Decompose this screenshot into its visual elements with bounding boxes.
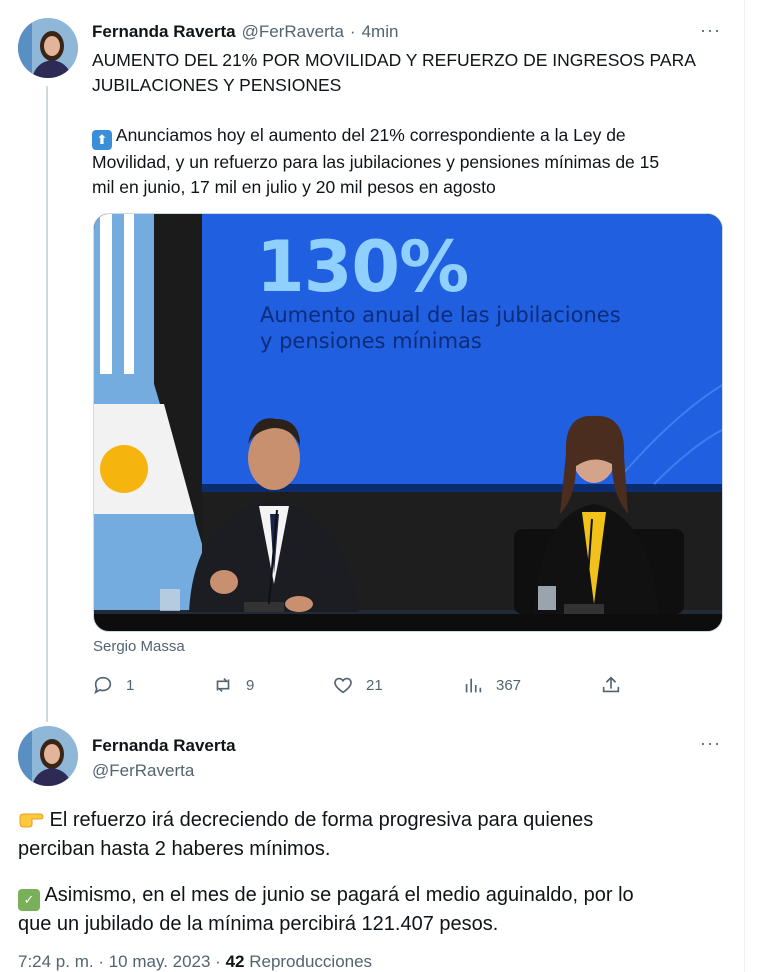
avatar-photo-second (18, 726, 78, 786)
tweet-photo[interactable]: 130% Aumento anual de las jubilaciones y… (93, 213, 723, 632)
p1-line-1: El refuerzo irá decreciendo de forma pro… (44, 809, 594, 831)
author-handle-second[interactable]: @FerRaverta (92, 758, 236, 783)
tweet-text-body: ⬆ Anunciamos hoy el aumento del 21% corr… (92, 123, 659, 200)
author-name[interactable]: Fernanda Raverta (92, 22, 236, 42)
p1-line-2: perciban hasta 2 haberes mínimos. (18, 838, 331, 860)
body-line-3: mil en junio, 17 mil en julio y 20 mil p… (92, 177, 496, 197)
heart-icon (334, 677, 352, 694)
check-mark-emoji-icon: ✓ (18, 889, 40, 911)
avatar[interactable] (18, 18, 78, 78)
author-name-second[interactable]: Fernanda Raverta (92, 733, 236, 758)
tweet2-header: Fernanda Raverta @FerRaverta (92, 733, 236, 783)
reply-icon (94, 676, 112, 695)
tweet-actions: 1 9 21 367 (92, 672, 622, 702)
separator-dot: · (349, 22, 356, 41)
reply-button[interactable]: 1 (92, 674, 134, 696)
timeline-border (744, 0, 745, 972)
retweet-button[interactable]: 9 (212, 674, 254, 696)
like-button[interactable]: 21 (332, 674, 383, 696)
photo-caption[interactable]: Sergio Massa (93, 638, 185, 655)
views-label: Reproducciones (244, 952, 373, 971)
views-total: 42 (225, 952, 245, 971)
avatar-second[interactable] (18, 726, 78, 786)
tweet2-paragraph-2: ✓ Asimismo, en el mes de junio se pagará… (18, 882, 634, 937)
tweet2-paragraph-1: El refuerzo irá decreciendo de forma pro… (18, 807, 593, 862)
heading-line-2: JUBILACIONES Y PENSIONES (92, 75, 342, 95)
share-button[interactable] (600, 674, 622, 696)
p2-line-2: que un jubilado de la mínima percibirá 1… (18, 913, 499, 935)
reply-count: 1 (126, 676, 135, 694)
like-count: 21 (366, 676, 383, 694)
more-options-icon[interactable]: ··· (700, 20, 721, 41)
avatar-photo (18, 18, 78, 78)
tweet-text-heading: AUMENTO DEL 21% POR MOVILIDAD Y REFUERZO… (92, 48, 696, 98)
timestamp[interactable]: 4min (362, 22, 399, 42)
retweet-icon (216, 677, 230, 693)
tweet-meta-footer: 7:24 p. m. · 10 may. 2023 · 42 Reproducc… (18, 952, 372, 972)
pointing-hand-emoji-icon (18, 809, 44, 836)
retweet-count: 9 (246, 676, 255, 694)
more-options-icon-second[interactable]: ··· (700, 733, 721, 754)
views-count: 367 (496, 676, 522, 694)
post-datetime[interactable]: 7:24 p. m. · 10 may. 2023 · (18, 952, 226, 971)
screen-subtitle-line-2: y pensiones mínimas (260, 329, 482, 353)
screen-subtitle: Aumento anual de las jubilaciones y pens… (260, 302, 621, 354)
screen-subtitle-line-1: Aumento anual de las jubilaciones (260, 303, 621, 327)
analytics-icon (465, 678, 482, 693)
body-line-1: Anunciamos hoy el aumento del 21% corres… (112, 125, 626, 145)
views-button[interactable]: 367 (462, 674, 521, 696)
share-icon (602, 676, 620, 693)
thread-connector-line (46, 86, 48, 722)
screen-headline: 130% (256, 226, 469, 308)
author-handle[interactable]: @FerRaverta (242, 22, 344, 42)
up-arrow-emoji-icon: ⬆ (92, 130, 112, 150)
p2-line-1: Asimismo, en el mes de junio se pagará e… (40, 884, 634, 906)
heading-line-1: AUMENTO DEL 21% POR MOVILIDAD Y REFUERZO… (92, 50, 696, 70)
tweet-header: Fernanda Raverta @FerRaverta · 4min (92, 22, 398, 42)
body-line-2: Movilidad, y un refuerzo para las jubila… (92, 152, 660, 172)
